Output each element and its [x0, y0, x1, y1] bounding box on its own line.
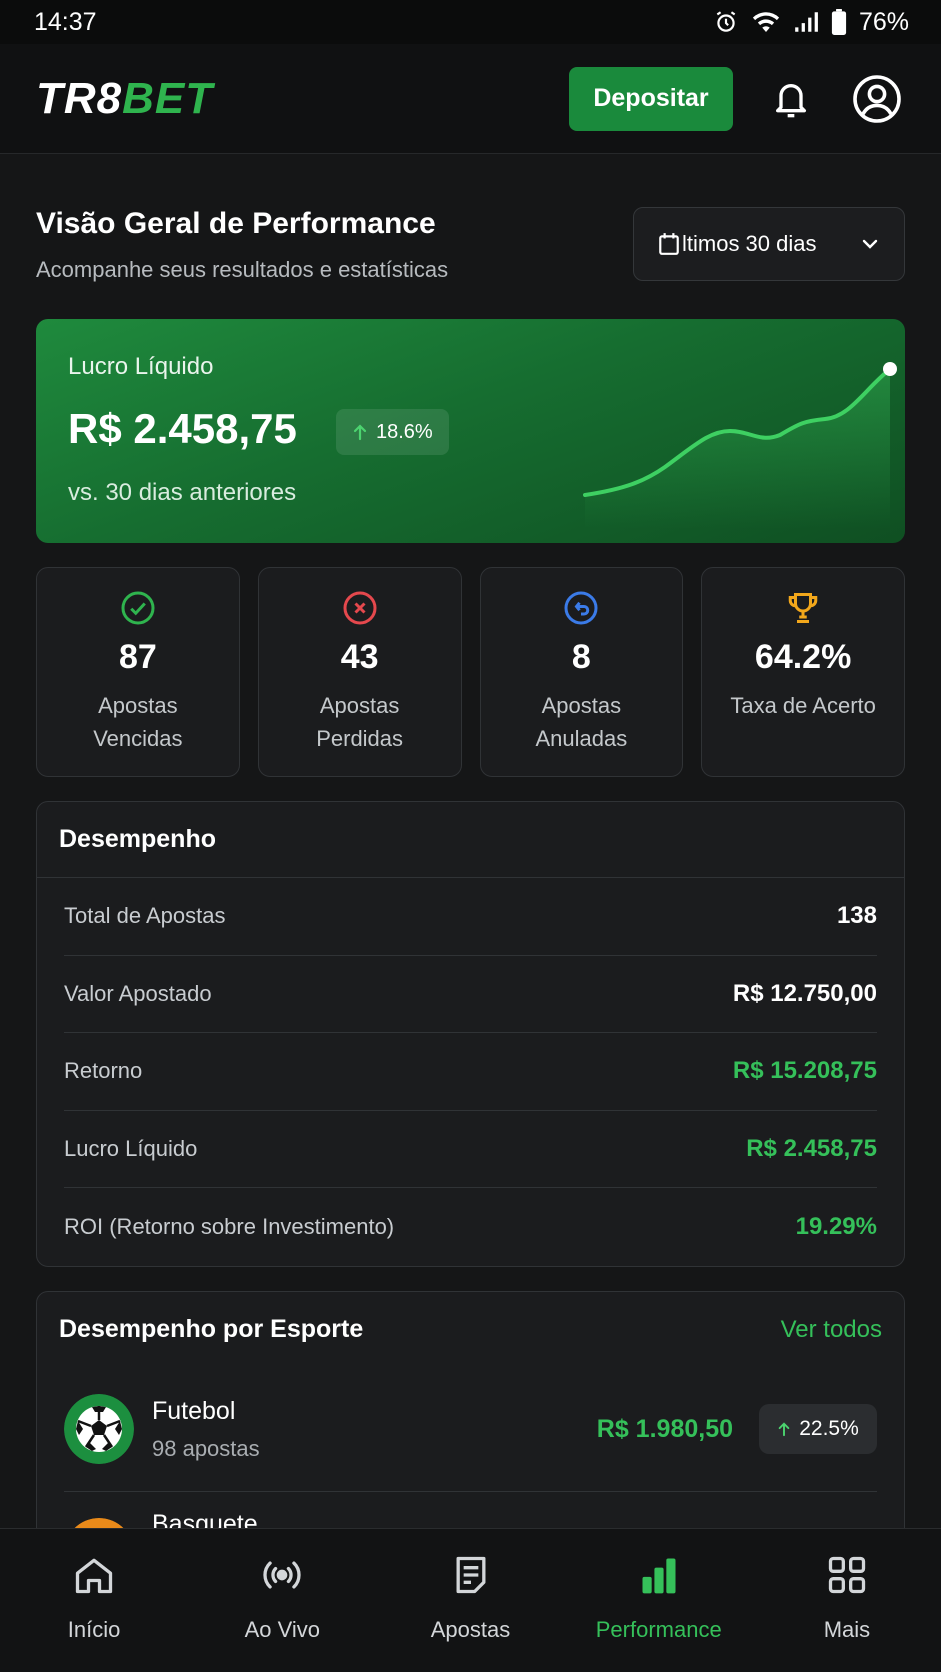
sport-profit: R$ 1.980,50: [596, 1414, 733, 1443]
notifications-button[interactable]: [763, 71, 819, 127]
sport-change-value: 22.5%: [799, 1417, 859, 1441]
app-header: TR8BET Depositar: [0, 44, 941, 154]
arrow-up-icon: [353, 424, 367, 441]
stat-label: Apostas Vencidas: [93, 693, 183, 751]
sport-performance-title: Desempenho por Esporte: [59, 1315, 364, 1344]
period-label: ltimos 30 dias: [682, 231, 817, 256]
home-icon: [75, 1558, 113, 1594]
stat-card-lost[interactable]: 43 Apostas Perdidas: [257, 567, 462, 777]
row-value: 138: [836, 902, 877, 930]
performance-row-roi: ROI (Retorno sobre Investimento) 19.29%: [64, 1188, 877, 1266]
bottom-nav: Início Ao Vivo Apostas Performance Mais: [0, 1528, 941, 1672]
nav-item-live[interactable]: Ao Vivo: [188, 1529, 376, 1672]
profit-sparkline: [583, 362, 897, 529]
nav-label: Performance: [595, 1617, 722, 1642]
nav-item-home[interactable]: Início: [0, 1529, 188, 1672]
header-actions: Depositar: [569, 66, 905, 131]
stat-label: Apostas Anuladas: [535, 693, 628, 751]
stat-card-won[interactable]: 87 Apostas Vencidas: [36, 567, 240, 777]
stat-card-hit-rate[interactable]: 64.2% Taxa de Acerto: [701, 567, 905, 777]
performance-row-total-bets: Total de Apostas 138: [64, 878, 877, 956]
sport-performance-header: Desempenho por Esporte Ver todos: [37, 1292, 904, 1368]
sport-text: Futebol 98 apostas: [152, 1397, 260, 1462]
performance-card: Desempenho Total de Apostas 138 Valor Ap…: [36, 801, 905, 1267]
row-label: Retorno: [64, 1058, 143, 1084]
row-label: ROI (Retorno sobre Investimento): [64, 1214, 395, 1240]
main-content: Visão Geral de Performance Acompanhe seu…: [36, 155, 905, 1551]
undo-circle-icon: [564, 591, 598, 625]
user-icon: [853, 74, 901, 123]
profile-button[interactable]: [849, 71, 905, 127]
performance-row-net-profit: Lucro Líquido R$ 2.458,75: [64, 1111, 877, 1189]
stats-row: 87 Apostas Vencidas 43 Apostas Perdidas …: [36, 567, 905, 777]
battery-icon: [831, 9, 847, 35]
deposit-button[interactable]: Depositar: [569, 66, 733, 131]
profit-change-badge: 18.6%: [336, 409, 449, 455]
nav-label: Apostas: [430, 1617, 511, 1642]
bell-icon: [776, 83, 806, 117]
signal-icon: [793, 10, 819, 34]
logo[interactable]: TR8BET: [36, 74, 213, 124]
stat-value: 43: [340, 638, 379, 676]
period-select[interactable]: ltimos 30 dias: [633, 207, 905, 281]
page-title: Visão Geral de Performance: [36, 207, 436, 240]
row-label: Valor Apostado: [64, 980, 212, 1006]
row-value: R$ 12.750,00: [732, 979, 877, 1007]
performance-title: Desempenho: [37, 802, 904, 878]
net-profit-value: R$ 2.458,75: [68, 405, 297, 452]
row-label: Lucro Líquido: [64, 1136, 198, 1162]
stat-label: Apostas Perdidas: [316, 693, 404, 751]
page-subtitle: Acompanhe seus resultados e estatísticas: [36, 257, 449, 282]
profit-comparison-text: vs. 30 dias anteriores: [68, 479, 297, 506]
sport-performance-card: Desempenho por Esporte Ver todos Futebol…: [36, 1290, 905, 1551]
performance-row-amount-staked: Valor Apostado R$ 12.750,00: [64, 956, 877, 1034]
stat-value: 64.2%: [754, 638, 852, 676]
stat-value: 87: [118, 638, 157, 676]
calendar-icon: [659, 233, 679, 255]
row-label: Total de Apostas: [64, 903, 226, 929]
logo-part2: BET: [122, 73, 214, 123]
sport-name: Futebol: [152, 1396, 236, 1425]
logo-part1: TR8: [36, 73, 123, 123]
net-profit-card: Lucro Líquido R$ 2.458,75 18.6% vs. 30 d…: [36, 319, 905, 543]
soccer-ball-icon: [64, 1394, 134, 1465]
nav-label: Ao Vivo: [244, 1617, 321, 1642]
stat-value: 8: [571, 638, 591, 676]
sport-item-football[interactable]: Futebol 98 apostas R$ 1.980,50 22.5%: [64, 1368, 877, 1492]
see-all-link[interactable]: Ver todos: [781, 1316, 882, 1344]
performance-row-return: Retorno R$ 15.208,75: [64, 1033, 877, 1111]
chevron-down-icon: [862, 239, 878, 249]
check-circle-icon: [121, 591, 155, 625]
battery-percent: 76%: [858, 7, 909, 36]
wifi-icon: [751, 9, 781, 35]
trophy-icon: [788, 593, 818, 623]
performance-list: Total de Apostas 138 Valor Apostado R$ 1…: [37, 878, 904, 1266]
arrow-up-icon: [778, 1422, 790, 1437]
status-time: 14:37: [34, 7, 97, 36]
nav-label: Início: [67, 1617, 121, 1642]
profit-change-value: 18.6%: [376, 420, 433, 443]
alarm-icon: [713, 9, 739, 35]
x-circle-icon: [343, 591, 377, 625]
live-broadcast-icon: [263, 1561, 301, 1589]
row-value: 19.29%: [795, 1213, 877, 1241]
net-profit-label: Lucro Líquido: [68, 353, 214, 380]
status-icons: 76%: [713, 8, 909, 37]
nav-item-performance[interactable]: Performance: [565, 1529, 753, 1672]
row-value: R$ 15.208,75: [732, 1057, 877, 1085]
row-value: R$ 2.458,75: [746, 1135, 877, 1163]
nav-label: Mais: [823, 1617, 871, 1642]
bar-chart-icon: [642, 1558, 676, 1594]
sport-change-badge: 22.5%: [759, 1404, 877, 1455]
sport-bet-count: 98 apostas: [152, 1435, 260, 1461]
status-bar: 14:37 76%: [0, 0, 941, 44]
stat-card-void[interactable]: 8 Apostas Anuladas: [479, 567, 684, 777]
bet-slip-icon: [456, 1556, 485, 1594]
nav-item-bets[interactable]: Apostas: [376, 1529, 564, 1672]
grid-icon: [828, 1556, 866, 1594]
page-head: Visão Geral de Performance Acompanhe seu…: [36, 155, 905, 319]
nav-item-more[interactable]: Mais: [753, 1529, 941, 1672]
stat-label: Taxa de Acerto: [730, 693, 876, 718]
